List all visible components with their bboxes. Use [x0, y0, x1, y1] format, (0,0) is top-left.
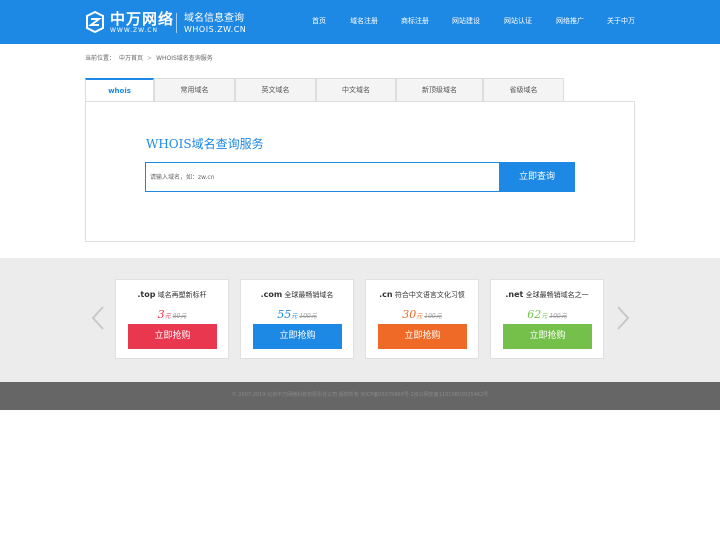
- promo-card-top: .top 域名再塑新标杆 3元 80元 立即抢购: [115, 279, 229, 359]
- site-domain: WHOIS.ZW.CN: [184, 25, 247, 34]
- logo-text[interactable]: 中万网络: [110, 11, 174, 27]
- card-price-now: 55: [277, 308, 292, 321]
- tab-province-domain[interactable]: 省级域名: [483, 78, 564, 101]
- promo-card-com: .com 全球最畅销域名 55元 100元 立即抢购: [240, 279, 354, 359]
- card-title: .net 全球最畅销域名之一: [491, 290, 603, 300]
- card-price-old: 100元: [424, 313, 442, 320]
- nav-website-cert[interactable]: 网站认证: [504, 17, 532, 26]
- card-price-now: 30: [402, 308, 417, 321]
- nav-about[interactable]: 关于中万: [607, 17, 635, 26]
- breadcrumb-current: WHOIS域名查询服务: [156, 55, 213, 62]
- tab-english-domain[interactable]: 英文域名: [235, 78, 316, 101]
- search-button[interactable]: 立即查询: [499, 162, 575, 192]
- nav-home[interactable]: 首页: [312, 17, 326, 26]
- tab-common-domain[interactable]: 常用域名: [154, 78, 235, 101]
- card-desc: 符合中文语言文化习惯: [394, 291, 465, 299]
- zw-logo-icon[interactable]: [84, 11, 106, 33]
- card-desc: 全球最畅销域名之一: [525, 291, 589, 299]
- tab-chinese-domain[interactable]: 中文域名: [316, 78, 396, 101]
- breadcrumb-separator: >: [147, 55, 153, 62]
- card-price-unit: 元: [164, 313, 171, 320]
- breadcrumb-prefix: 当前位置：: [85, 55, 116, 62]
- chevron-left-icon[interactable]: [90, 305, 106, 331]
- card-desc: 全球最畅销域名: [284, 291, 334, 299]
- card-price-unit: 元: [416, 313, 423, 320]
- card-price-old: 100元: [549, 313, 567, 320]
- card-ext: .net: [505, 290, 524, 299]
- card-price-old: 80元: [172, 313, 187, 320]
- card-price-unit: 元: [541, 313, 548, 320]
- site-title: 域名信息查询: [184, 13, 244, 24]
- breadcrumb: 当前位置： 中万首页 > WHOIS域名查询服务: [85, 55, 217, 63]
- whois-title: WHOIS域名查询服务: [146, 137, 264, 151]
- chevron-right-icon[interactable]: [615, 305, 631, 331]
- promo-card-net: .net 全球最畅销域名之一 62元 100元 立即抢购: [490, 279, 604, 359]
- buy-button[interactable]: 立即抢购: [128, 324, 217, 349]
- card-title: .com 全球最畅销域名: [241, 290, 353, 300]
- breadcrumb-home[interactable]: 中万首页: [119, 55, 143, 62]
- promo-card-cn: .cn 符合中文语言文化习惯 30元 100元 立即抢购: [365, 279, 479, 359]
- tab-new-tld[interactable]: 新顶级域名: [396, 78, 483, 101]
- card-price-unit: 元: [291, 313, 298, 320]
- buy-button[interactable]: 立即抢购: [503, 324, 592, 349]
- card-desc: 域名再塑新标杆: [157, 291, 207, 299]
- logo-divider: [176, 13, 177, 33]
- nav-website-build[interactable]: 网站建设: [452, 17, 480, 26]
- card-title: .top 域名再塑新标杆: [116, 290, 228, 300]
- card-price: 62元 100元: [491, 306, 603, 324]
- card-ext: .com: [260, 290, 283, 299]
- nav-domain-register[interactable]: 域名注册: [350, 17, 378, 26]
- card-ext: .top: [137, 290, 156, 299]
- card-price: 3元 80元: [116, 306, 228, 324]
- card-price-now: 62: [527, 308, 542, 321]
- nav-promotion[interactable]: 网络推广: [556, 17, 584, 26]
- card-price: 55元 100元: [241, 306, 353, 324]
- domain-search-input[interactable]: [150, 168, 490, 186]
- nav-trademark[interactable]: 商标注册: [401, 17, 429, 26]
- card-price: 30元 100元: [366, 306, 478, 324]
- footer-copyright: © 2007-2019 北京中万网络科技有限责任公司 版权所有 京ICP备050…: [231, 392, 489, 398]
- card-title: .cn 符合中文语言文化习惯: [366, 290, 478, 300]
- tab-whois[interactable]: whois: [85, 78, 154, 102]
- buy-button[interactable]: 立即抢购: [253, 324, 342, 349]
- card-ext: .cn: [379, 290, 393, 299]
- card-price-old: 100元: [299, 313, 317, 320]
- logo-subtext: WWW.ZW.CN: [110, 27, 158, 34]
- buy-button[interactable]: 立即抢购: [378, 324, 467, 349]
- promo-section: [0, 258, 720, 382]
- card-price-now: 3: [157, 308, 165, 321]
